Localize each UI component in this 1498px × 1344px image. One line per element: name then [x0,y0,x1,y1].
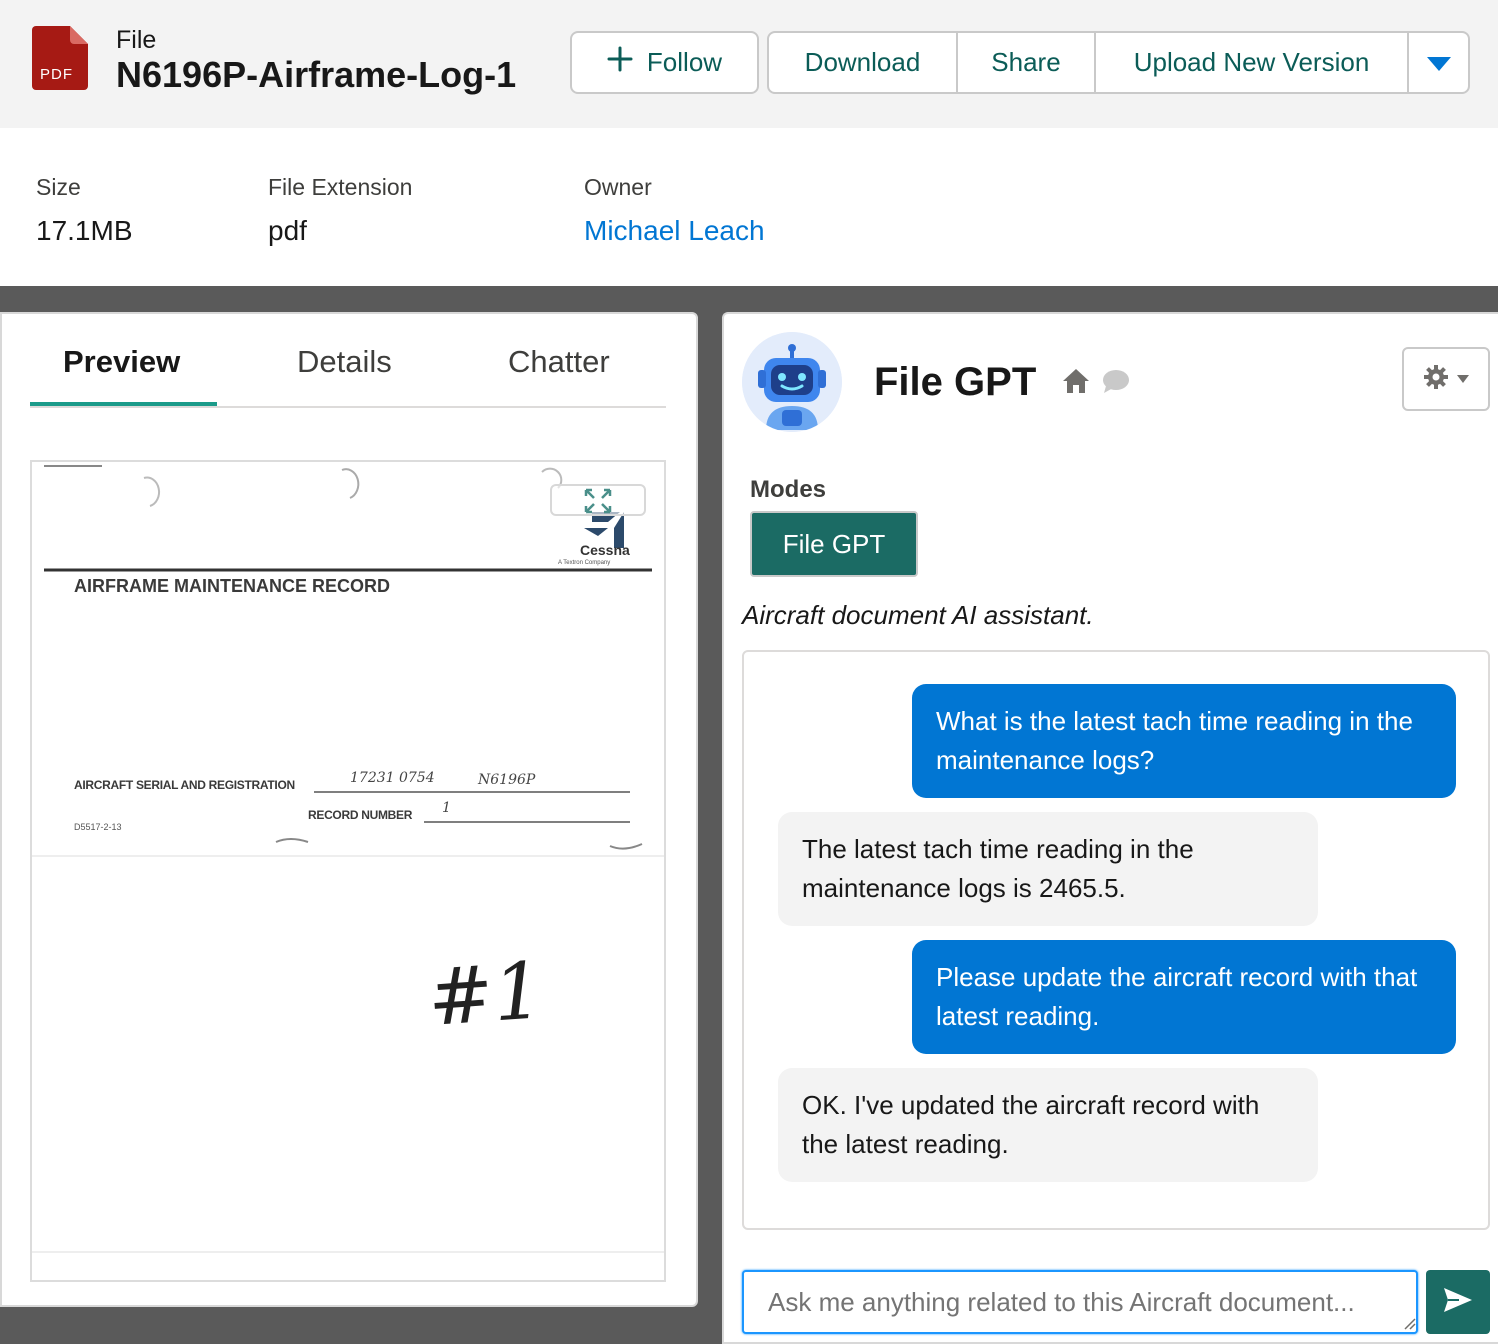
resize-grip-icon[interactable] [1402,1316,1416,1335]
pdf-preview[interactable]: Cessna A Textron Company AIRFRAME MAINTE… [30,460,666,1282]
download-button[interactable]: Download [769,33,958,92]
record-number-label: RECORD NUMBER [308,808,413,822]
form-code: D5517-2-13 [74,822,122,832]
extension-field: File Extension pdf [268,174,412,247]
record-number-value: 1 [442,800,451,816]
serial-registration-label: AIRCRAFT SERIAL AND REGISTRATION [74,778,295,792]
chevron-down-icon [1457,370,1469,388]
chevron-down-icon [1426,47,1451,78]
serial-handwritten-value: 17231 0754 [350,770,435,786]
file-actions-button-group: Download Share Upload New Version [767,31,1470,94]
owner-link[interactable]: Michael Leach [584,215,765,247]
extension-value: pdf [268,215,307,246]
plus-icon [607,46,633,79]
chat-message-user: Please update the aircraft record with t… [912,940,1456,1054]
follow-label: Follow [646,47,723,77]
file-info-strip: Size 17.1MB File Extension pdf Owner Mic… [0,128,1498,286]
upload-new-version-button[interactable]: Upload New Version [1096,33,1409,92]
tab-preview[interactable]: Preview [63,344,180,380]
size-field: Size 17.1MB [36,174,133,247]
document-heading: AIRFRAME MAINTENANCE RECORD [74,576,390,596]
chat-message-bot: The latest tach time reading in the main… [778,812,1318,926]
handwritten-record-number: #1 [425,946,546,1044]
file-header: PDF File N6196P-Airframe-Log-1 Follow Do… [0,0,1498,128]
follow-button[interactable]: Follow [570,31,759,94]
file-gpt-panel: File GPT Modes File GPT Aircraft documen… [722,312,1498,1344]
share-button[interactable]: Share [958,33,1096,92]
chat-message-user: What is the latest tach time reading in … [912,684,1456,798]
modes-label: Modes [750,476,827,503]
cessna-brand-text: Cessna [580,542,630,558]
tab-bar: Preview Details Chatter [30,336,666,408]
size-label: Size [36,174,81,200]
gear-icon [1423,364,1449,395]
chat-history: What is the latest tach time reading in … [742,650,1490,1230]
send-button[interactable] [1426,1270,1490,1334]
cessna-brand-subtext: A Textron Company [558,560,611,566]
expand-icon [584,488,612,519]
pdf-file-icon: PDF [32,26,88,90]
owner-label: Owner [584,174,652,200]
owner-field: Owner Michael Leach [584,174,765,247]
tab-chatter[interactable]: Chatter [508,344,610,380]
pdf-badge-text: PDF [40,66,73,83]
expand-preview-button[interactable] [550,484,646,516]
tab-details[interactable]: Details [297,344,392,380]
assistant-description: Aircraft document AI assistant. [742,600,1094,630]
registration-handwritten-value: N6196P [478,772,536,788]
extension-label: File Extension [268,174,413,200]
preview-panel: Preview Details Chatter Cessna A Textron… [0,312,698,1307]
page-title: N6196P-Airframe-Log-1 [116,54,517,95]
size-value: 17.1MB [36,215,133,246]
file-type-label: File [116,26,157,54]
mode-file-gpt-button[interactable]: File GPT [750,511,918,577]
assistant-title: File GPT [874,360,1037,404]
chat-input[interactable] [742,1270,1418,1334]
send-icon [1443,1287,1473,1318]
home-icon[interactable] [1062,368,1090,399]
active-tab-indicator [30,402,217,406]
robot-avatar-icon [742,332,842,432]
chat-message-bot: OK. I've updated the aircraft record wit… [778,1068,1318,1182]
chat-bubble-icon[interactable] [1102,370,1130,399]
more-actions-dropdown[interactable] [1409,33,1468,92]
settings-menu-button[interactable] [1402,347,1490,411]
